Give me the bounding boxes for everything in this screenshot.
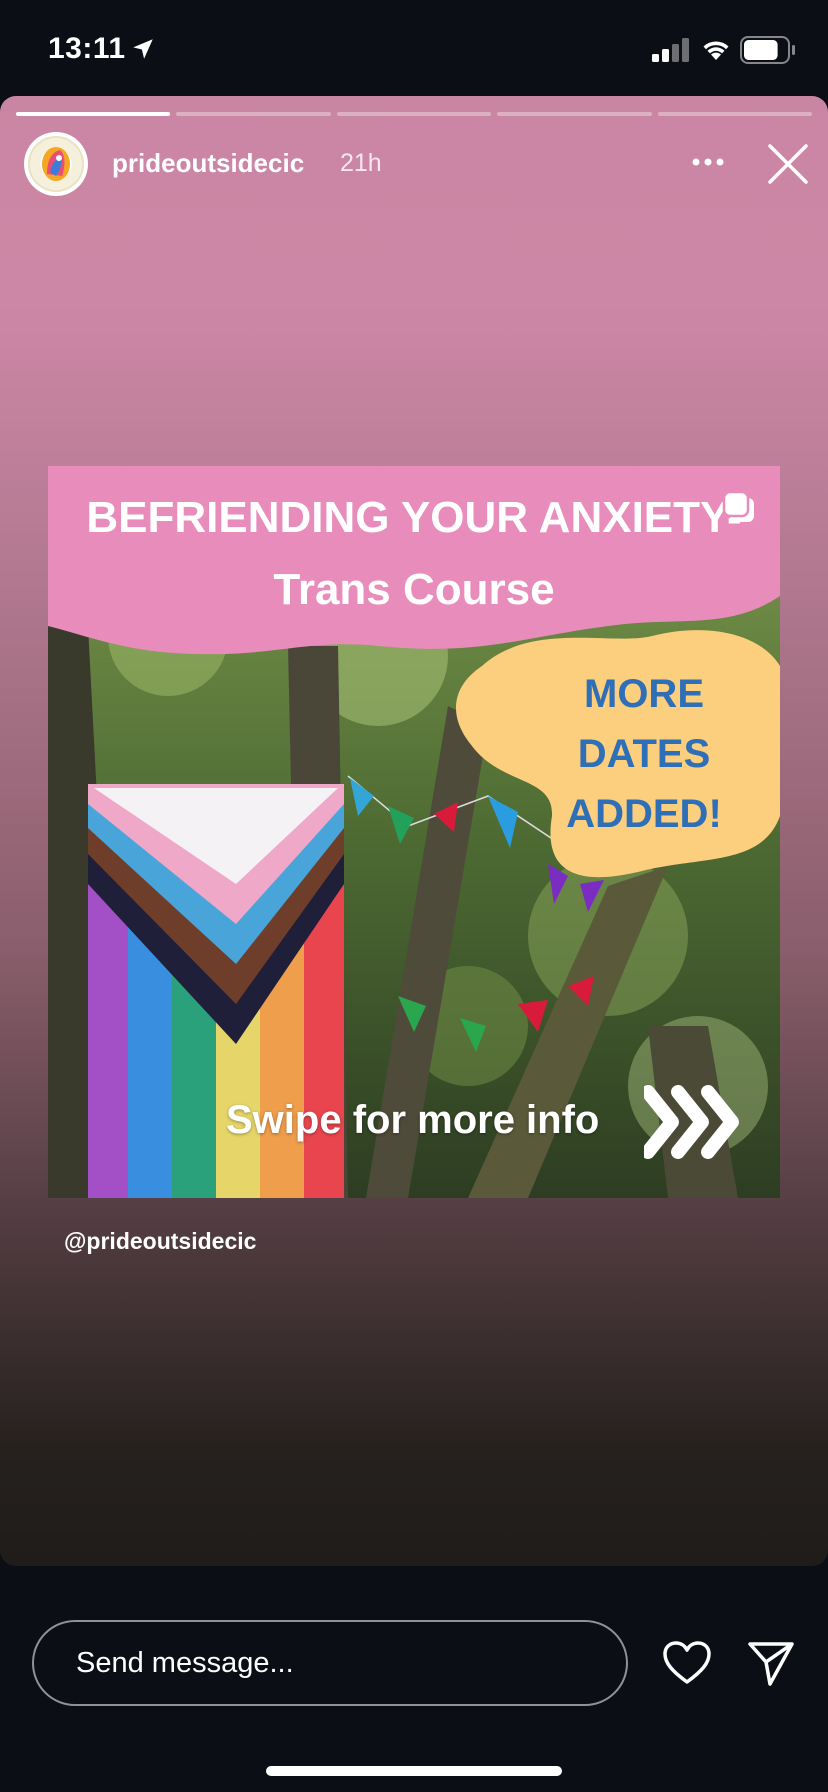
pride-outside-wellbeing-logo xyxy=(28,136,84,192)
story-progress-segment xyxy=(497,112,652,116)
story-progress-segment xyxy=(16,112,171,116)
cellular-signal-icon xyxy=(652,38,689,62)
story-username[interactable]: prideoutsidecic xyxy=(112,148,304,179)
home-indicator[interactable] xyxy=(266,1766,562,1776)
battery-icon xyxy=(740,36,795,64)
story-age: 21h xyxy=(340,149,382,177)
post-image[interactable]: BEFRIENDING YOUR ANXIETY- Trans Course M… xyxy=(48,466,780,1198)
more-horizontal-icon[interactable] xyxy=(690,156,726,168)
close-icon[interactable] xyxy=(766,142,810,186)
more-dates-label: MORE DATES ADDED! xyxy=(566,672,722,836)
status-bar: 13:11 xyxy=(0,0,828,96)
story-progress-fill xyxy=(16,112,171,116)
story-progress-segment xyxy=(336,112,492,116)
story-progress-segment xyxy=(176,112,331,116)
status-time: 13:11 xyxy=(48,32,126,65)
heart-icon[interactable] xyxy=(662,1640,712,1686)
chevrons-right-icon xyxy=(644,1085,739,1159)
mention-sticker[interactable]: @prideoutsidecic xyxy=(64,1228,256,1255)
send-icon[interactable] xyxy=(746,1638,796,1688)
send-message-input[interactable] xyxy=(32,1620,628,1706)
wifi-icon xyxy=(703,41,729,60)
location-arrow-icon xyxy=(133,39,153,59)
swipe-hint: Swipe for more info xyxy=(226,1098,600,1142)
story-viewer[interactable]: prideoutsidecic 21h BEFRIENDING YOUR ANX… xyxy=(0,96,828,1566)
post-title: BEFRIENDING YOUR ANXIETY- Trans Course xyxy=(86,493,742,614)
story-progress-bar xyxy=(16,112,813,116)
story-progress-segment xyxy=(657,112,813,116)
avatar[interactable] xyxy=(24,132,88,196)
carousel-icon xyxy=(722,490,754,522)
